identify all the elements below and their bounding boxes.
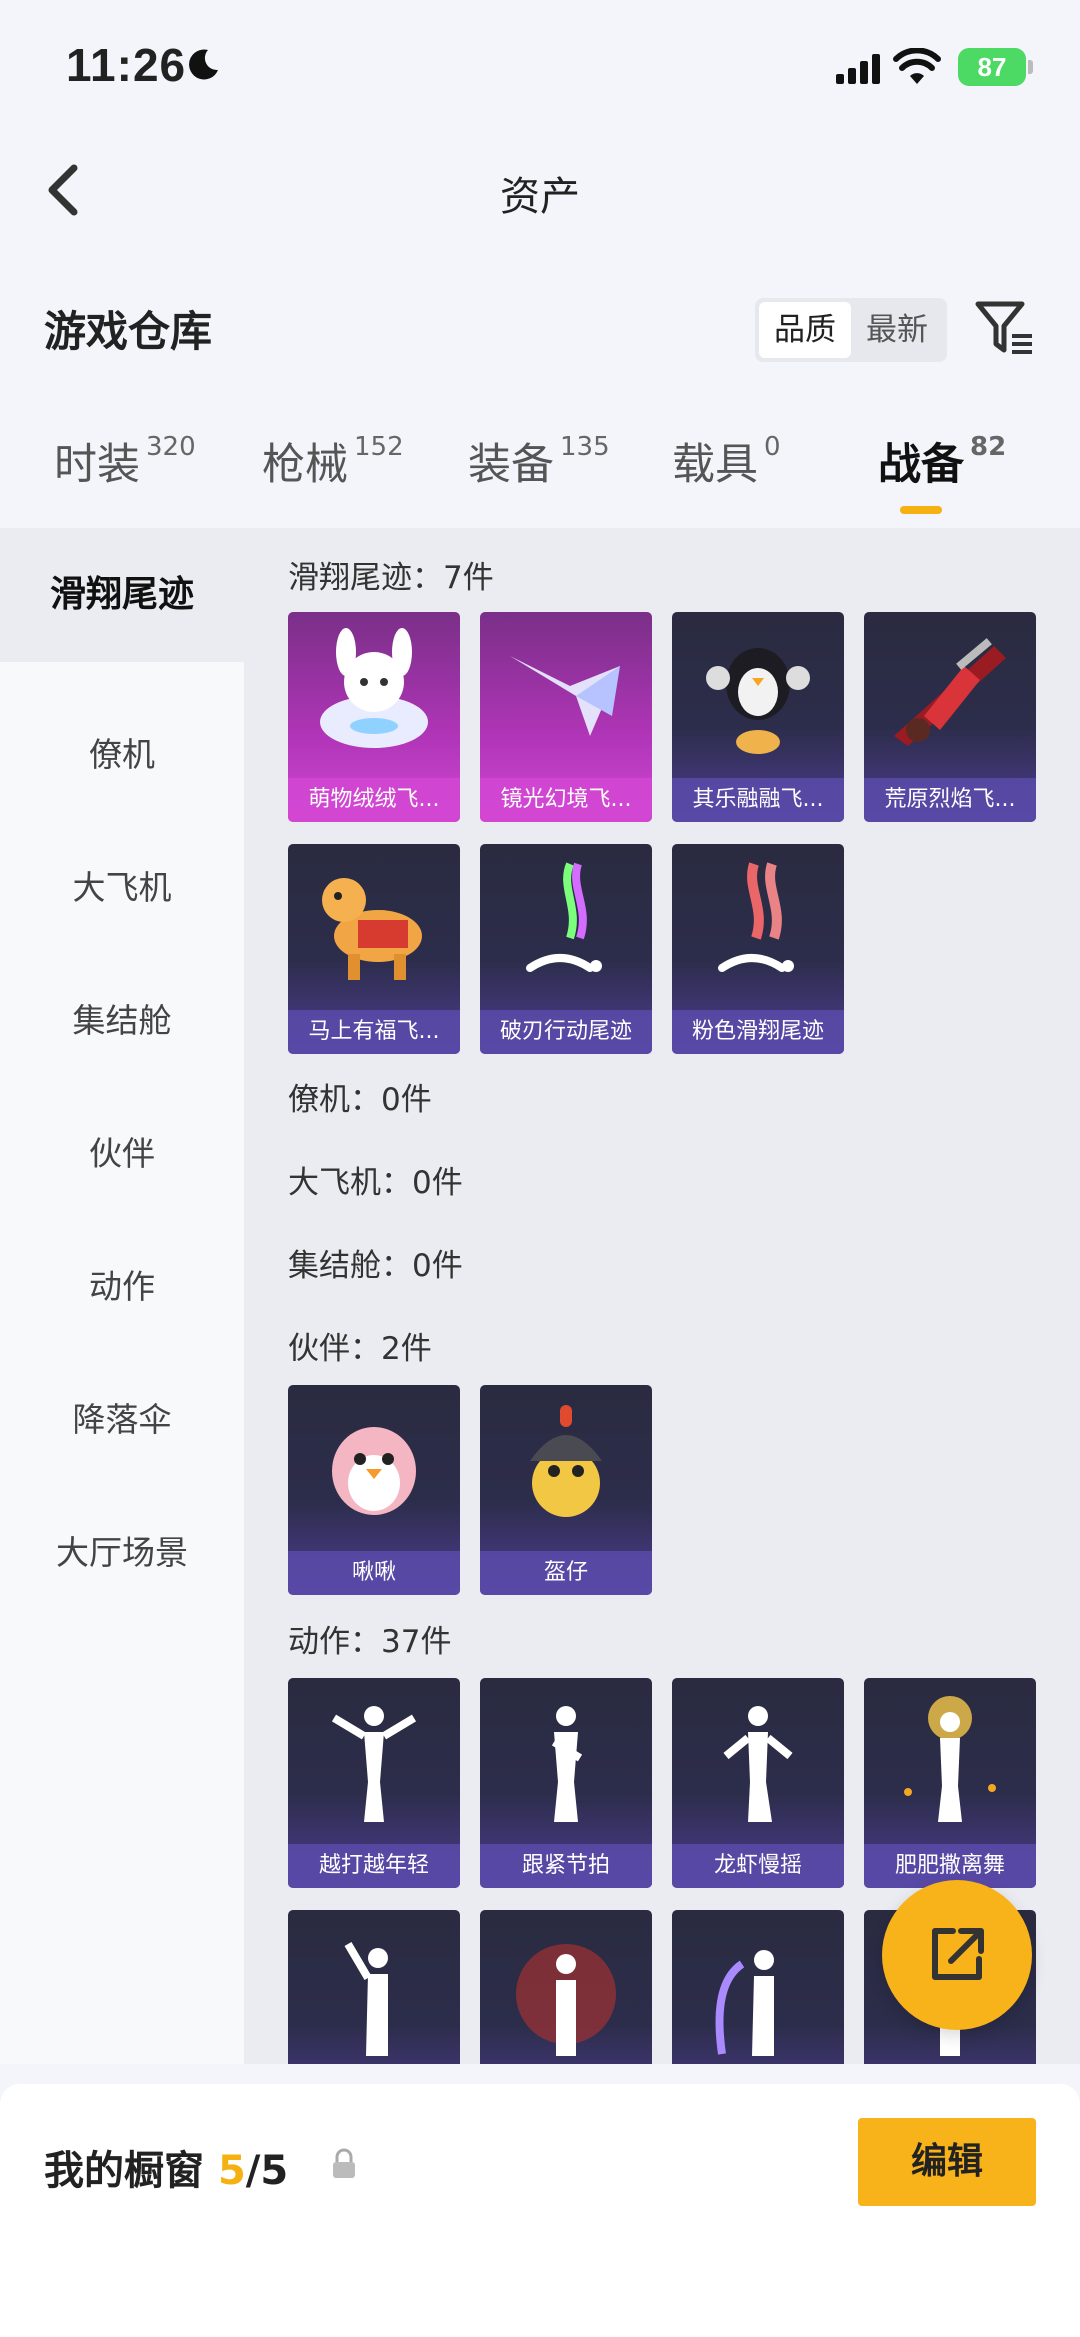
item-label: 荒原烈焰飞... [864, 778, 1036, 822]
dancer-icon [551, 1706, 583, 1822]
group-title-plane: 大飞机：0件 [288, 1165, 463, 1201]
sidebar-item-parachute[interactable]: 降落伞 [0, 1393, 244, 1441]
dancer-icon [331, 1706, 417, 1822]
item-card[interactable]: 萌物绒绒飞... [288, 612, 460, 822]
item-label: 其乐融融飞... [672, 778, 844, 822]
item-label: 盔仔 [480, 1551, 652, 1595]
tab-label: 装备 [468, 440, 554, 490]
tab-count: 135 [560, 432, 610, 462]
item-label: 萌物绒绒飞... [288, 778, 460, 822]
penguin-plane-icon [706, 648, 810, 754]
item-label: 粉色滑翔尾迹 [672, 1010, 844, 1054]
group-title-partner: 伙伴：2件 [288, 1331, 432, 1367]
sort-toggle[interactable]: 品质 最新 [755, 298, 947, 362]
tab-label: 枪械 [262, 440, 348, 490]
status-bar: 11:26 87 [0, 0, 1080, 130]
item-card[interactable] [672, 1910, 844, 2064]
tab-equipment[interactable]: 装备 135 [468, 430, 610, 492]
item-label: 跟紧节拍 [480, 1844, 652, 1888]
tab-fashion[interactable]: 时装 320 [54, 430, 196, 492]
pink-trail-icon [718, 862, 794, 972]
item-label: 破刃行动尾迹 [480, 1010, 652, 1054]
sidebar-item-glide-trail[interactable]: 滑翔尾迹 [0, 528, 244, 662]
tab-count: 82 [970, 432, 1007, 462]
wifi-icon [893, 48, 941, 84]
sidebar-item-big-plane[interactable]: 大飞机 [0, 861, 244, 909]
item-card[interactable]: 粉色滑翔尾迹 [672, 844, 844, 1054]
item-card[interactable]: 破刃行动尾迹 [480, 844, 652, 1054]
tab-label: 时装 [54, 440, 140, 490]
tab-count: 0 [764, 432, 781, 462]
showcase-current: 5 [217, 2148, 246, 2194]
item-list: 滑翔尾迹：7件 萌物绒绒飞... 镜光幻境飞... 其乐融融飞... 荒原烈焰飞… [244, 528, 1080, 2064]
showcase-total: /5 [245, 2148, 289, 2194]
group-title-pod: 集结舱：0件 [288, 1248, 463, 1284]
item-card[interactable] [288, 1910, 460, 2064]
lock-icon [333, 2148, 355, 2178]
sidebar-item-lobby-scene[interactable]: 大厅场景 [0, 1526, 244, 1574]
item-card[interactable]: 龙虾慢摇 [672, 1678, 844, 1888]
item-card[interactable]: 肥肥撒离舞 [864, 1678, 1036, 1888]
tab-guns[interactable]: 枪械 152 [262, 430, 404, 492]
group-title-action: 动作：37件 [288, 1624, 452, 1660]
dancer-icon [344, 1941, 388, 2056]
item-label: 马上有福飞... [288, 1010, 460, 1054]
item-card[interactable]: 马上有福飞... [288, 844, 460, 1054]
item-card[interactable]: 盔仔 [480, 1385, 652, 1595]
tab-label: 载具 [672, 440, 758, 490]
showcase-bar: 我的橱窗 5/5 编辑 [0, 2084, 1080, 2337]
battery-tip [1028, 60, 1033, 74]
group-title-wingman: 僚机：0件 [288, 1082, 432, 1118]
item-card[interactable]: 越打越年轻 [288, 1678, 460, 1888]
flame-plane-icon [894, 638, 1006, 746]
battery-indicator: 87 [958, 48, 1026, 86]
item-label: 龙虾慢摇 [672, 1844, 844, 1888]
fire-dancer-icon [516, 1944, 616, 2056]
bunny-plane-icon [320, 628, 428, 748]
tab-count: 152 [354, 432, 404, 462]
showcase-label: 我的橱窗 [44, 2148, 204, 2194]
section-title: 游戏仓库 [44, 307, 213, 356]
sort-option-quality[interactable]: 品质 [759, 302, 851, 358]
sidebar-item-action[interactable]: 动作 [0, 1260, 244, 1308]
tab-label: 战备 [878, 440, 964, 490]
pink-bird-icon [332, 1427, 416, 1515]
page-title: 资产 [500, 174, 580, 220]
item-card[interactable]: 啾啾 [288, 1385, 460, 1595]
sidebar-item-wingman[interactable]: 僚机 [0, 728, 244, 776]
item-label: 镜光幻境飞... [480, 778, 652, 822]
rainbow-trail-icon [526, 862, 602, 972]
helmet-chick-icon [530, 1405, 602, 1517]
item-card[interactable]: 镜光幻境飞... [480, 612, 652, 822]
external-link-icon [932, 1928, 984, 1980]
tab-vehicles[interactable]: 载具 0 [672, 430, 781, 492]
category-sidebar: 滑翔尾迹 僚机 大飞机 集结舱 伙伴 动作 降落伞 大厅场景 [0, 528, 244, 2064]
item-card[interactable]: 其乐融融飞... [672, 612, 844, 822]
tab-count: 320 [146, 432, 196, 462]
tab-battle-prep[interactable]: 战备 82 [878, 430, 1006, 492]
item-label: 越打越年轻 [288, 1844, 460, 1888]
filter-icon[interactable] [974, 300, 1034, 356]
sort-option-newest[interactable]: 最新 [851, 302, 943, 358]
sidebar-item-pod[interactable]: 集结舱 [0, 994, 244, 1042]
item-card[interactable]: 荒原烈焰飞... [864, 612, 1036, 822]
horse-toy-icon [322, 878, 422, 980]
item-card[interactable] [480, 1910, 652, 2064]
status-time: 11:26 [66, 39, 187, 91]
dancer-icon [723, 1706, 793, 1822]
sidebar-item-partner[interactable]: 伙伴 [0, 1127, 244, 1175]
active-tab-indicator [900, 506, 942, 514]
item-card[interactable]: 跟紧节拍 [480, 1678, 652, 1888]
showcase-count: 5/5 [218, 2148, 288, 2194]
cellular-signal-icon [836, 54, 880, 84]
edit-button[interactable]: 编辑 [858, 2118, 1036, 2206]
moon-icon [189, 49, 218, 80]
share-fab[interactable] [882, 1880, 1032, 2030]
item-label: 啾啾 [288, 1551, 460, 1595]
crystal-wing-icon [510, 656, 620, 736]
group-title-glide: 滑翔尾迹：7件 [288, 560, 494, 596]
dancer-icon [904, 1696, 996, 1822]
showcase-title: 我的橱窗 5/5 [44, 2138, 288, 2196]
glow-dancer-icon [715, 1950, 774, 2056]
